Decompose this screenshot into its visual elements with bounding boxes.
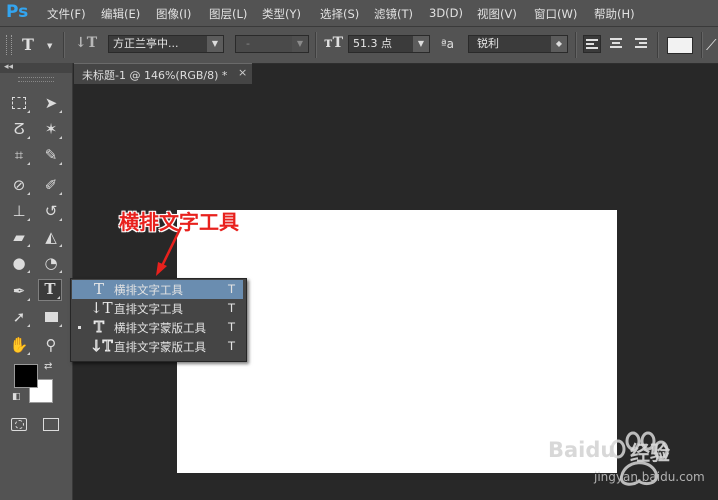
menu-file[interactable]: 文件(F) <box>47 6 86 22</box>
font-family-select[interactable]: 方正兰亭中... ▼ <box>108 35 224 53</box>
brush-tool-icon[interactable]: ✐ <box>39 174 63 196</box>
grip-handle[interactable] <box>18 77 54 82</box>
chevron-down-icon[interactable]: ▼ <box>47 42 52 50</box>
menu-filter[interactable]: 滤镜(T) <box>374 6 413 22</box>
type-tool-preset-icon[interactable]: T <box>22 35 34 54</box>
shortcut-key: T <box>228 339 236 353</box>
quick-mask-icon[interactable] <box>11 418 27 431</box>
font-style-value: - <box>246 37 250 50</box>
menu-view[interactable]: 视图(V) <box>477 6 517 22</box>
toggle-orientation-icon[interactable]: ↓T <box>75 35 97 51</box>
blur-tool-icon[interactable]: ● <box>7 252 31 274</box>
clone-stamp-tool-icon[interactable]: ⊥ <box>7 200 31 222</box>
document-tab-title: 未标题-1 @ 146%(RGB/8) * <box>82 69 228 82</box>
chevron-down-icon: ▼ <box>292 36 308 52</box>
move-tool-icon[interactable]: ➤ <box>39 92 63 114</box>
annotation-arrow <box>156 226 183 276</box>
healing-brush-tool-icon[interactable]: ⊘ <box>7 174 31 196</box>
menu-image[interactable]: 图像(I) <box>156 6 191 22</box>
divider <box>657 32 659 58</box>
magic-wand-tool-icon[interactable]: ✶ <box>39 118 63 140</box>
type-tools-flyout: T 横排文字工具 T ↓T 直排文字工具 T T 横排文字蒙版工具 T ↓T 直… <box>70 278 247 362</box>
screen-mode-icon[interactable] <box>43 418 59 431</box>
document-tab[interactable]: 未标题-1 @ 146%(RGB/8) * × <box>74 63 252 84</box>
flyout-item-label: 横排文字蒙版工具 <box>114 321 206 335</box>
font-style-select[interactable]: - ▼ <box>235 35 309 53</box>
hand-tool-icon[interactable]: ✋ <box>7 334 31 356</box>
options-bar: T ▼ ↓T 方正兰亭中... ▼ - ▼ ᴛT 51.3 点 ▼ ªa 锐利 … <box>0 27 718 64</box>
photoshop-logo: Ps <box>6 2 29 22</box>
tools-panel: ◂◂ ➤ ⵒ ✶ ⌗ ✎ ⊘ ✐ ⊥ ↺ ▰ ◭ ● ◔ ✒ T ➚ ✋ ⚲ ⇄… <box>0 62 73 500</box>
watermark-brand: Baidu <box>548 438 616 462</box>
flyout-item-horizontal-type-mask[interactable]: T 横排文字蒙版工具 T <box>72 318 243 337</box>
watermark-url: jingyan.baidu.com <box>594 470 705 484</box>
marquee-tool-icon[interactable] <box>7 92 31 114</box>
antialias-icon: ªa <box>441 37 455 51</box>
swap-colors-icon[interactable]: ⇄ <box>44 361 52 372</box>
grip-handle[interactable] <box>6 35 12 55</box>
chevron-down-icon: ▼ <box>413 36 429 52</box>
divider <box>701 32 703 58</box>
default-colors-icon[interactable]: ◧ <box>12 392 21 402</box>
crop-tool-icon[interactable]: ⌗ <box>7 144 31 166</box>
eraser-tool-icon[interactable]: ▰ <box>7 226 31 248</box>
menu-help[interactable]: 帮助(H) <box>594 6 635 22</box>
pen-tool-icon[interactable]: ✒ <box>7 280 31 302</box>
path-selection-tool-icon[interactable]: ➚ <box>7 306 31 328</box>
history-brush-tool-icon[interactable]: ↺ <box>39 200 63 222</box>
text-color-swatch[interactable] <box>667 37 693 54</box>
foreground-color-swatch[interactable] <box>14 364 38 388</box>
font-family-value: 方正兰亭中... <box>113 37 179 50</box>
flyout-item-label: 横排文字工具 <box>114 283 183 297</box>
menu-bar: Ps 文件(F) 编辑(E) 图像(I) 图层(L) 类型(Y) 选择(S) 滤… <box>0 0 718 27</box>
font-size-select[interactable]: 51.3 点 ▼ <box>348 35 430 53</box>
align-center-button[interactable] <box>607 35 625 53</box>
lasso-tool-icon[interactable]: ⵒ <box>7 118 31 140</box>
menu-3d[interactable]: 3D(D) <box>429 6 463 20</box>
collapse-icon[interactable]: ◂◂ <box>4 62 13 72</box>
flyout-item-label: 直排文字蒙版工具 <box>114 340 206 354</box>
horizontal-type-icon: T <box>94 280 105 298</box>
divider <box>575 32 577 58</box>
chevron-down-icon: ▼ <box>207 36 223 52</box>
align-left-button[interactable] <box>583 35 601 53</box>
horizontal-type-tool-icon[interactable]: T <box>38 279 62 301</box>
flyout-item-label: 直排文字工具 <box>114 302 183 316</box>
antialias-value: 锐利 <box>477 37 499 50</box>
menu-type[interactable]: 类型(Y) <box>262 6 301 22</box>
shortcut-key: T <box>228 282 236 296</box>
watermark-brand-cn: 经验 <box>630 441 670 465</box>
zoom-tool-icon[interactable]: ⚲ <box>39 334 63 356</box>
flyout-item-vertical-type[interactable]: ↓T 直排文字工具 T <box>72 299 243 318</box>
horizontal-type-mask-icon: T <box>93 318 105 337</box>
dodge-tool-icon[interactable]: ◔ <box>39 252 63 274</box>
menu-edit[interactable]: 编辑(E) <box>101 6 140 22</box>
shortcut-key: T <box>228 301 236 315</box>
flyout-item-horizontal-type[interactable]: T 横排文字工具 T <box>72 280 243 299</box>
divider <box>63 32 65 58</box>
font-size-value: 51.3 点 <box>353 37 392 50</box>
menu-select[interactable]: 选择(S) <box>320 6 359 22</box>
close-icon[interactable]: × <box>238 66 247 79</box>
warp-text-icon[interactable]: ⟋ <box>706 36 717 54</box>
paint-bucket-tool-icon[interactable]: ◭ <box>39 226 63 248</box>
antialias-select[interactable]: 锐利 ◆ <box>468 35 568 53</box>
divider <box>315 32 317 58</box>
chevron-down-icon: ◆ <box>551 36 567 52</box>
eyedropper-tool-icon[interactable]: ✎ <box>39 144 63 166</box>
vertical-type-icon: ↓T <box>90 299 113 317</box>
align-right-button[interactable] <box>632 35 650 53</box>
flyout-item-vertical-type-mask[interactable]: ↓T 直排文字蒙版工具 T <box>72 337 243 356</box>
current-tool-bullet-icon <box>78 326 81 329</box>
menu-layer[interactable]: 图层(L) <box>209 6 247 22</box>
shortcut-key: T <box>228 320 236 334</box>
baidu-jingyan-watermark: Baidu 经验 jingyan.baidu.com <box>542 428 718 500</box>
vertical-type-mask-icon: ↓T <box>90 337 114 356</box>
toolbar-header: ◂◂ <box>0 62 72 73</box>
rectangle-tool-icon[interactable] <box>39 306 63 328</box>
font-size-icon: ᴛT <box>324 35 344 51</box>
menu-window[interactable]: 窗口(W) <box>534 6 577 22</box>
